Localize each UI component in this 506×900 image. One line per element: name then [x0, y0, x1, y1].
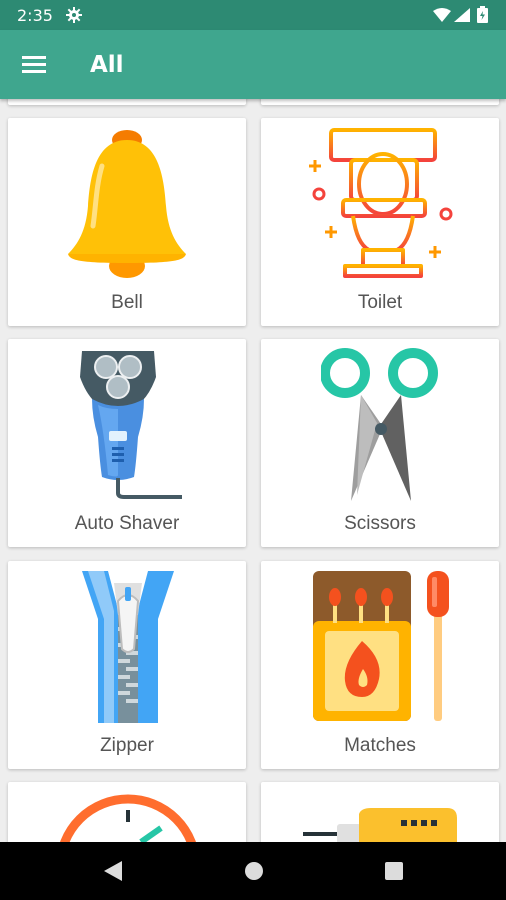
recents-icon[interactable]: [383, 859, 405, 883]
toilet-icon: [309, 128, 453, 278]
signal-icon: [454, 8, 470, 22]
electric-shaver-icon: [80, 351, 182, 499]
card-label: Matches: [344, 735, 416, 756]
card-matches[interactable]: Matches: [261, 561, 499, 769]
card-label: Bell: [111, 292, 143, 313]
app-bar: All: [0, 30, 506, 99]
hamburger-menu-icon[interactable]: [20, 53, 48, 75]
card-zipper[interactable]: Zipper: [8, 561, 246, 769]
bell-icon: [68, 130, 186, 278]
status-bar: 2:35: [0, 0, 506, 30]
scissors-icon: [321, 348, 438, 501]
card-auto-shaver[interactable]: Auto Shaver: [8, 339, 246, 547]
card-bell[interactable]: Bell: [8, 118, 246, 326]
card-scissors[interactable]: Scissors: [261, 339, 499, 547]
drill-icon: [303, 808, 457, 844]
gear-icon: [66, 7, 82, 23]
card-label: Toilet: [357, 292, 403, 313]
back-icon[interactable]: [102, 859, 124, 883]
zipper-icon: [82, 571, 174, 723]
battery-icon: [477, 6, 488, 23]
page-title: All: [90, 52, 124, 78]
home-icon[interactable]: [243, 859, 265, 883]
card-label: Zipper: [100, 735, 154, 756]
status-time: 2:35: [17, 6, 53, 25]
card-label: Scissors: [344, 513, 416, 534]
card-toilet[interactable]: Toilet: [261, 118, 499, 326]
card-label: Auto Shaver: [74, 513, 180, 534]
matchbox-icon: [313, 571, 449, 721]
system-navigation-bar: [0, 842, 506, 900]
wifi-icon: [433, 8, 451, 22]
